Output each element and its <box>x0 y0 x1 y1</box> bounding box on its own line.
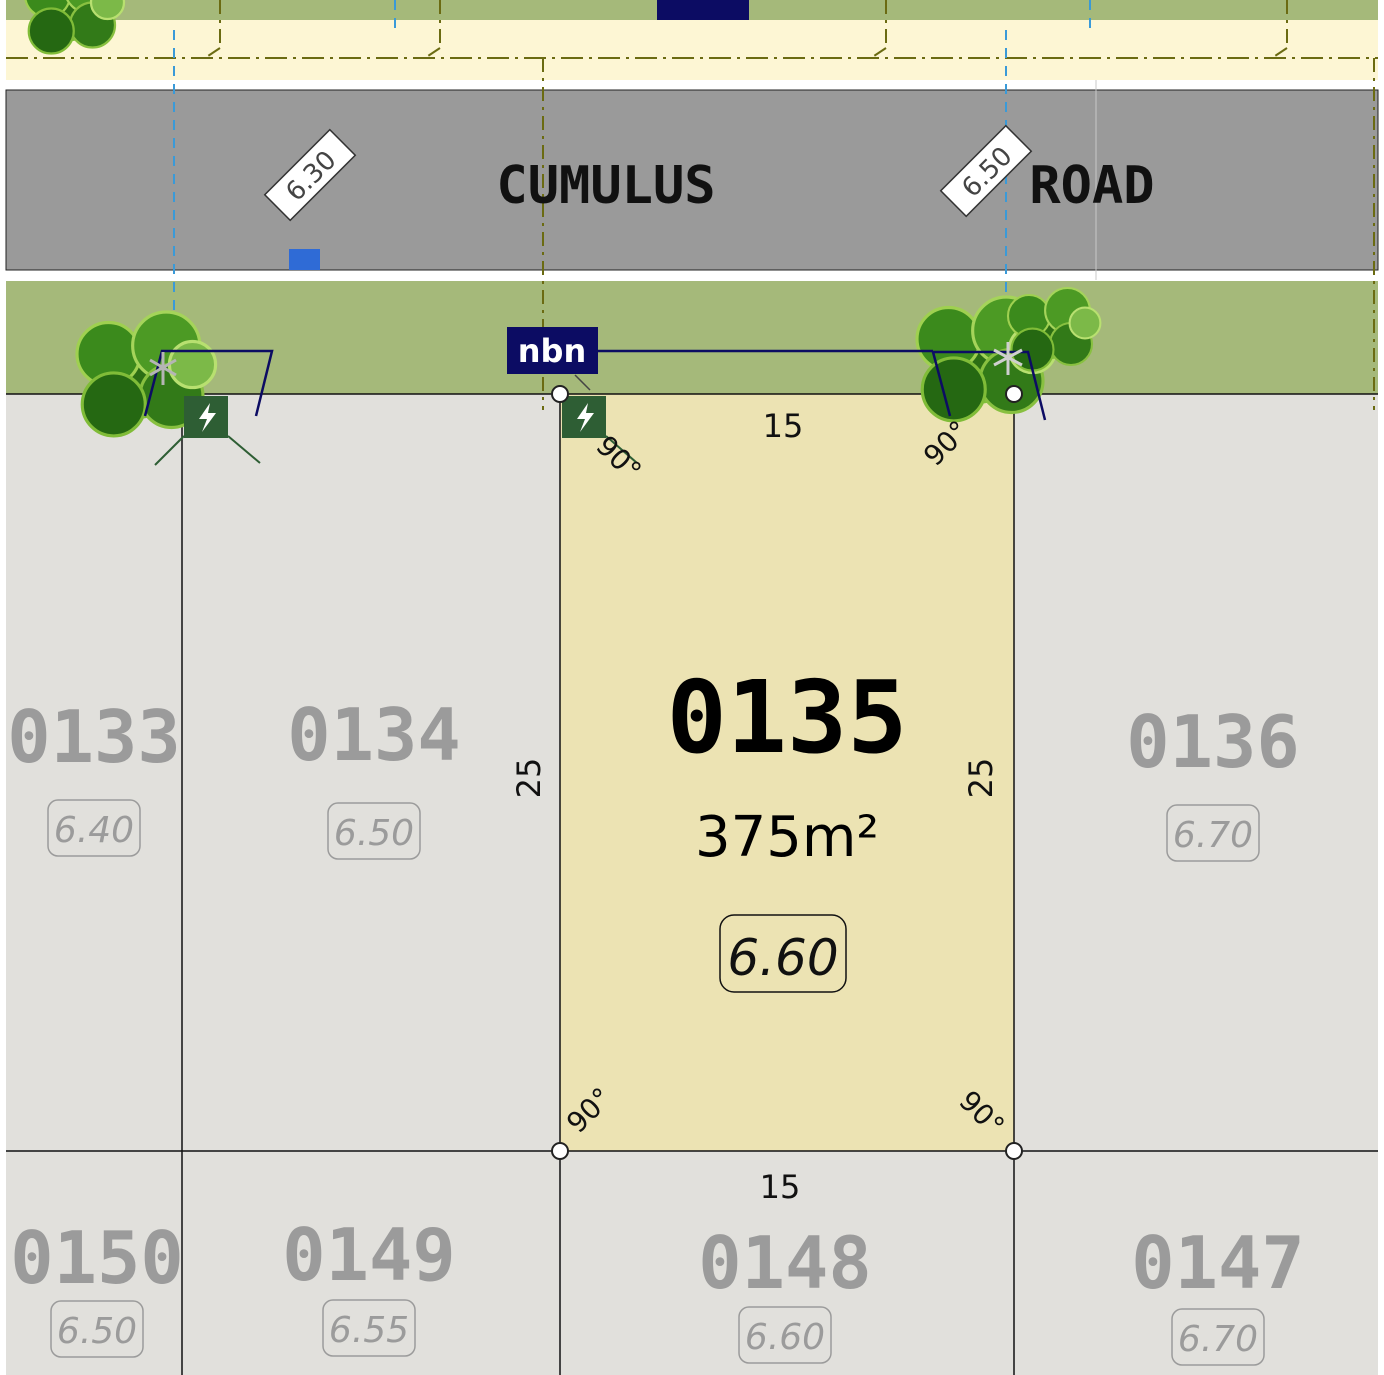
lot-number-0150: 0150 <box>10 1216 183 1300</box>
lot-level-0147: 6.70 <box>1178 1319 1258 1360</box>
lot-number-0133: 0133 <box>7 695 180 779</box>
lot-level-0136: 6.70 <box>1173 815 1253 856</box>
lot-plan-map: nbn CUMULUS ROAD 6.30 6.50 15 15 25 25 9… <box>5 0 1379 1375</box>
tree-icon <box>1006 286 1102 372</box>
right-depth-dimension: 25 <box>962 758 1000 799</box>
road-marker-icon <box>289 249 320 270</box>
lot-number-0148: 0148 <box>698 1221 871 1305</box>
lot-level-0149: 6.55 <box>329 1310 409 1351</box>
rear-dimension: 15 <box>760 1168 801 1206</box>
frontage-dimension: 15 <box>763 407 804 445</box>
lot-number-0147: 0147 <box>1131 1221 1304 1305</box>
featured-lot-area: 375m² <box>695 805 879 870</box>
lot-level-0148: 6.60 <box>745 1317 825 1358</box>
lot-level-0133: 6.40 <box>54 810 134 851</box>
footpath-strip <box>6 20 1378 80</box>
lot-number-0136: 0136 <box>1126 700 1299 784</box>
lot-number-0149: 0149 <box>282 1213 455 1297</box>
road-name-left: CUMULUS <box>496 156 715 216</box>
nbn-top-box <box>657 0 749 20</box>
featured-lot-level: 6.60 <box>727 929 838 987</box>
left-depth-dimension: 25 <box>510 758 548 799</box>
lot-number-0134: 0134 <box>287 693 460 777</box>
lot-level-0134: 6.50 <box>334 813 414 854</box>
lot-level-0150: 6.50 <box>57 1311 137 1352</box>
featured-lot-number: 0135 <box>667 659 908 776</box>
road-name-right: ROAD <box>1029 156 1154 216</box>
nbn-label: nbn <box>518 332 586 370</box>
